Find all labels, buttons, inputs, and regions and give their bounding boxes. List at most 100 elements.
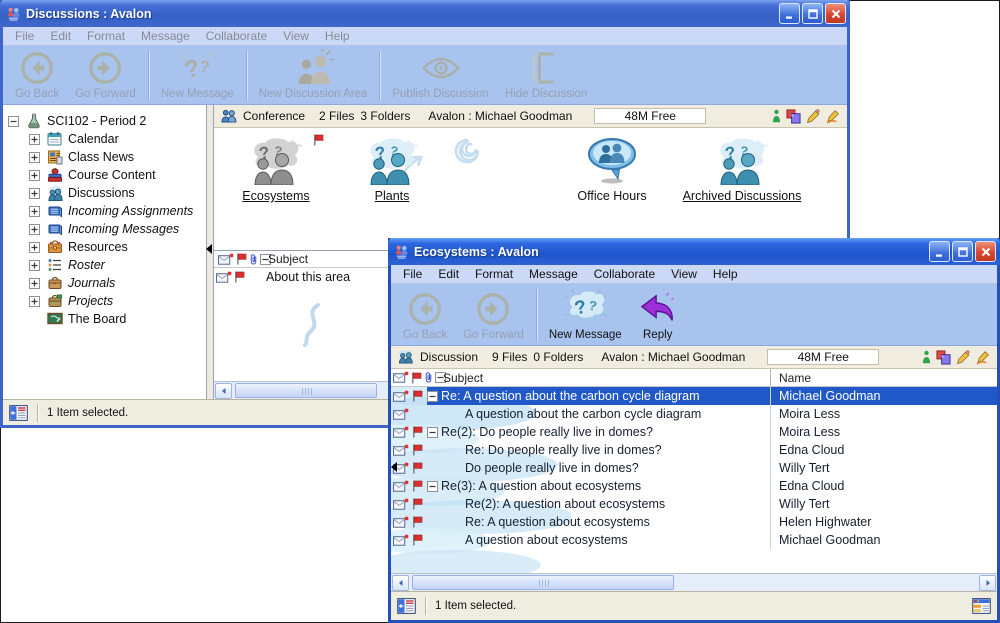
conference-item-office-hours[interactable]: Office Hours [552, 136, 672, 203]
conference-item-ecosystems[interactable]: ??Ecosystems [218, 136, 334, 203]
tree-item-class-news[interactable]: Class News [3, 148, 206, 166]
menu-help[interactable]: Help [705, 267, 746, 281]
signature-pencil-icon[interactable] [826, 109, 841, 124]
signature-pencil-icon[interactable] [976, 350, 991, 365]
toolbar-go-forward[interactable]: Go Forward [455, 286, 532, 344]
menu-file[interactable]: File [395, 267, 430, 281]
plus-expander-icon[interactable] [29, 278, 40, 289]
toolbar-go-back[interactable]: Go Back [7, 48, 67, 103]
toolbar-new-message[interactable]: ??New Message [541, 286, 630, 344]
presence-icon[interactable] [772, 109, 781, 123]
menu-message[interactable]: Message [521, 267, 586, 281]
panel-toggle-icon[interactable] [397, 598, 416, 614]
tree-item-projects[interactable]: Projects [3, 292, 206, 310]
office-hours-bubble-icon [584, 136, 640, 186]
menu-format[interactable]: Format [467, 267, 521, 281]
toolbar-hide-discussion[interactable]: Hide Discussion [497, 48, 595, 103]
pencil-icon[interactable] [956, 350, 971, 365]
scroll-right-button[interactable] [979, 575, 996, 591]
tree-item-discussions[interactable]: Discussions [3, 184, 206, 202]
menu-view[interactable]: View [275, 29, 317, 43]
tree-item-incoming-messages[interactable]: Incoming Messages [3, 220, 206, 238]
menu-edit[interactable]: Edit [430, 267, 467, 281]
plus-expander-icon[interactable] [29, 260, 40, 271]
scroll-left-button[interactable] [392, 575, 409, 591]
files-count: 2 Files [319, 109, 354, 123]
panel-toggle-icon[interactable] [9, 405, 28, 421]
envelope-icon [393, 390, 409, 403]
pencil-icon[interactable] [806, 109, 821, 124]
tree-item-resources[interactable]: Resources [3, 238, 206, 256]
maximize-button[interactable] [952, 241, 973, 262]
message-row[interactable]: Re(2): A question about ecosystemsWilly … [391, 495, 997, 513]
plus-expander-icon[interactable] [29, 188, 40, 199]
name-column-header[interactable]: Name [770, 369, 997, 386]
toolbar-button-label: Go Back [15, 88, 59, 100]
conference-item-archived-discussions[interactable]: ??Archived Discussions [666, 136, 818, 203]
titlebar-discussions[interactable]: Discussions : Avalon [0, 0, 850, 27]
close-button[interactable] [825, 3, 846, 24]
plus-expander-icon[interactable] [29, 134, 40, 145]
message-row[interactable]: Re: Do people really live in domes?Edna … [391, 441, 997, 459]
collapse-pane-arrow[interactable] [391, 462, 397, 472]
menu-edit[interactable]: Edit [42, 29, 79, 43]
collapse-minus-icon[interactable] [427, 427, 438, 438]
tree-item-incoming-assignments[interactable]: Incoming Assignments [3, 202, 206, 220]
menu-view[interactable]: View [663, 267, 705, 281]
tree-splitter[interactable] [207, 105, 214, 399]
toolbar-go-back[interactable]: Go Back [395, 286, 455, 344]
conference-item-plants[interactable]: ??Plants [342, 136, 442, 203]
toolbar-new-discussion-area[interactable]: New Discussion Area [251, 48, 376, 103]
tree-item-calendar[interactable]: Calendar [3, 130, 206, 148]
tree-item-roster[interactable]: Roster [3, 256, 206, 274]
plus-expander-icon[interactable] [29, 206, 40, 217]
grid-view-icon[interactable] [972, 598, 991, 614]
menu-file[interactable]: File [7, 29, 42, 43]
presence-icon[interactable] [922, 350, 931, 364]
plus-expander-icon[interactable] [29, 242, 40, 253]
tree-item-sci102-period-2[interactable]: SCI102 - Period 2 [3, 112, 206, 130]
toolbar-new-message[interactable]: ??New Message [153, 48, 242, 103]
close-button[interactable] [975, 241, 996, 262]
collapse-minus-icon[interactable] [427, 391, 438, 402]
message-row[interactable]: A question about the carbon cycle diagra… [391, 405, 997, 423]
message-row[interactable]: Re: A question about the carbon cycle di… [391, 387, 997, 405]
minimize-button[interactable] [929, 241, 950, 262]
scroll-left-button[interactable] [215, 383, 232, 399]
toolbar-go-forward[interactable]: Go Forward [67, 48, 144, 103]
tree-item-course-content[interactable]: Course Content [3, 166, 206, 184]
pages-icon[interactable] [936, 350, 951, 365]
minimize-button[interactable] [779, 3, 800, 24]
toolbar-publish-discussion[interactable]: Publish Discussion [384, 48, 497, 103]
envelope-icon [216, 270, 232, 284]
flag-icon [313, 133, 324, 147]
plus-expander-icon[interactable] [29, 296, 40, 307]
menu-collaborate[interactable]: Collaborate [586, 267, 663, 281]
message-row[interactable]: A question about ecosystemsMichael Goodm… [391, 531, 997, 549]
plus-expander-icon[interactable] [29, 170, 40, 181]
scrollbar-track[interactable] [410, 575, 978, 591]
titlebar-ecosystems[interactable]: Ecosystems : Avalon [388, 238, 1000, 265]
menu-help[interactable]: Help [317, 29, 358, 43]
subject-column-header[interactable]: Subject [443, 371, 770, 385]
plus-expander-icon[interactable] [29, 152, 40, 163]
tree-item-journals[interactable]: Journals [3, 274, 206, 292]
scrollbar-thumb[interactable] [235, 383, 377, 398]
menu-format[interactable]: Format [79, 29, 133, 43]
toolbar-reply[interactable]: Reply [630, 286, 686, 344]
message-row[interactable]: Re(3): A question about ecosystemsEdna C… [391, 477, 997, 495]
menu-collaborate[interactable]: Collaborate [198, 29, 275, 43]
window-people-icon [394, 244, 409, 259]
message-row[interactable]: Re(2): Do people really live in domes?Mo… [391, 423, 997, 441]
maximize-button[interactable] [802, 3, 823, 24]
collapse-pane-arrow[interactable] [206, 244, 212, 254]
menu-message[interactable]: Message [133, 29, 198, 43]
scrollbar-thumb[interactable] [412, 575, 674, 590]
minus-expander-icon[interactable] [8, 116, 19, 127]
plus-expander-icon[interactable] [29, 224, 40, 235]
pages-icon[interactable] [786, 109, 801, 124]
message-row[interactable]: Re: A question about ecosystemsHelen Hig… [391, 513, 997, 531]
collapse-minus-icon[interactable] [427, 481, 438, 492]
message-row[interactable]: Do people really live in domes?Willy Ter… [391, 459, 997, 477]
tree-item-the-board[interactable]: The Board [3, 310, 206, 328]
